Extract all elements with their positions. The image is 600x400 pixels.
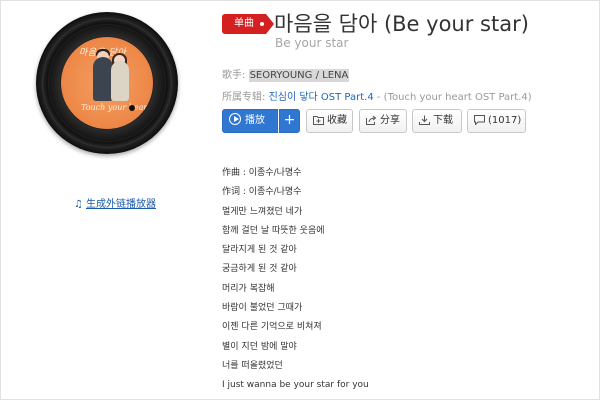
lyric-line: 멀게만 느껴졌던 네가 (222, 206, 303, 217)
lyric-line: 바람이 불었던 그때가 (222, 303, 303, 314)
share-icon (366, 115, 377, 125)
lyrics: 作曲 : 이종수/나명수 作词 : 이종수/나명수 멀게만 느껴졌던 네가 함께… (222, 164, 369, 396)
album-row: 所属专辑: 진심이 닿다 OST Part.4 - (Touch your he… (222, 88, 532, 103)
comments-button[interactable]: (1017) (467, 109, 526, 133)
single-badge: 单曲 (222, 14, 274, 34)
folder-plus-icon (313, 116, 324, 125)
single-badge-label: 单曲 (234, 18, 254, 29)
add-to-playlist-button[interactable]: + (279, 109, 300, 133)
download-icon (419, 115, 430, 125)
album-art-label: 마음을 담아 Touch your heart (61, 37, 153, 129)
comments-count: (1017) (488, 115, 522, 126)
lyric-line: 궁금하게 된 것 같아 (222, 264, 297, 275)
download-button[interactable]: 下载 (412, 109, 462, 133)
music-note-icon: ♫ (74, 199, 83, 210)
collect-button[interactable]: 收藏 (306, 109, 353, 133)
download-button-label: 下载 (433, 115, 453, 126)
lyric-line: I just wanna be your star for you (222, 380, 369, 391)
comment-icon (474, 115, 485, 125)
album-link[interactable]: 진심이 닿다 OST Part.4 (269, 92, 374, 103)
cover-subtitle-script: Touch your heart (81, 103, 151, 112)
play-button[interactable]: 播放 (222, 109, 278, 133)
singer-row: 歌手: SEORYOUNG / LENA (222, 66, 350, 82)
lyric-line: 머리가 복잡해 (222, 283, 275, 294)
lyric-line: 함께 걸던 날 따뜻한 웃음에 (222, 225, 325, 236)
album-label: 所属专辑: (222, 92, 266, 103)
lyric-line: 별이 지던 밤에 말야 (222, 341, 297, 352)
song-title: 마음을 담아 (Be your star) (274, 12, 529, 36)
cover-figure (111, 61, 129, 101)
external-player-link[interactable]: ♫ 生成外链播放器 (74, 195, 156, 210)
album-extra: - (Touch your heart OST Part.4) (373, 92, 532, 103)
album-vinyl-cover: 마음을 담아 Touch your heart (36, 12, 178, 154)
external-player-link-label: 生成外链播放器 (85, 199, 156, 210)
lyric-line: 作曲 : 이종수/나명수 (222, 168, 302, 178)
singer-label: 歌手: (222, 70, 246, 81)
lyric-line: 달라지게 된 것 같아 (222, 245, 297, 256)
share-button[interactable]: 分享 (359, 109, 407, 133)
lyric-line: 너를 떠올렸었던 (222, 360, 283, 371)
lyric-line: 作词 : 이종수/나명수 (222, 187, 302, 198)
play-icon (229, 113, 241, 125)
song-subtitle: Be your star (275, 36, 349, 50)
vinyl-center-hole (129, 105, 135, 111)
collect-button-label: 收藏 (327, 115, 347, 126)
play-button-label: 播放 (245, 115, 265, 126)
badge-dot-icon (260, 22, 264, 26)
cover-figure (93, 57, 113, 101)
share-button-label: 分享 (380, 115, 400, 126)
singer-name[interactable]: SEORYOUNG / LENA (248, 69, 350, 82)
lyric-line: 이젠 다른 기억으로 비쳐져 (222, 322, 322, 333)
